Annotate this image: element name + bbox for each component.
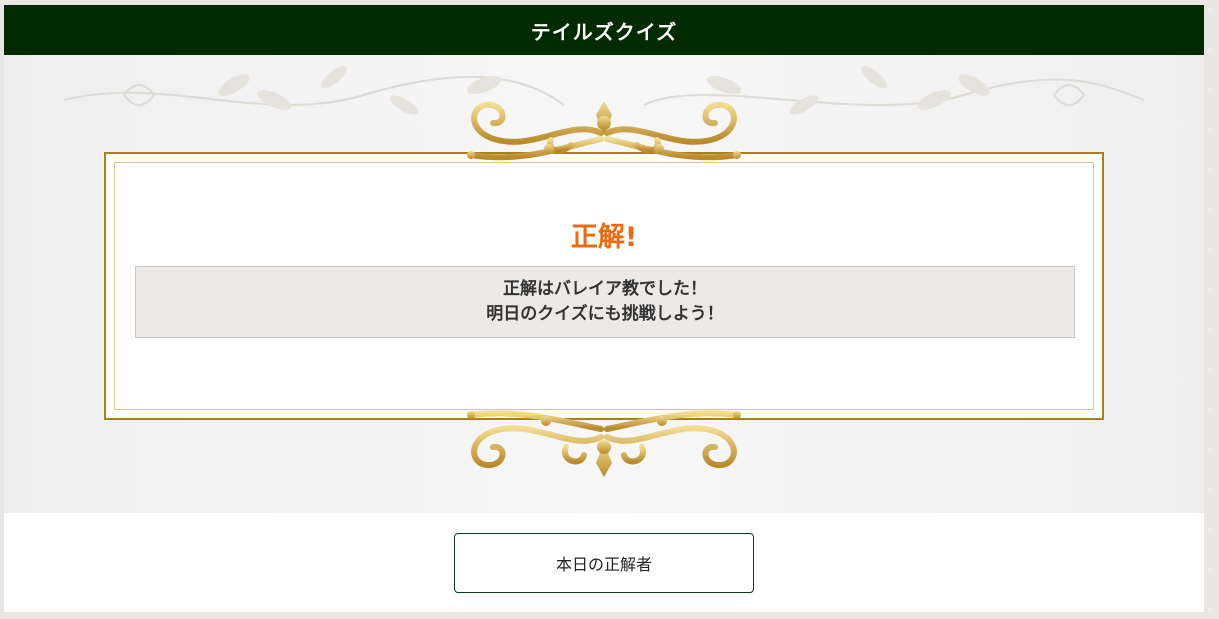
result-message-line-1: 正解はバレイア教でした！ [503,279,707,299]
quiz-page: テイルズクイズ 正解! 正解はバレイア教でした！ 明日のクイズにも挑戦しよう！ … [4,5,1204,612]
result-heading: 正解! [570,222,638,253]
todays-winners-button[interactable]: 本日の正解者 [454,533,754,593]
ornate-scroll-top-icon [467,101,741,161]
result-card-inner-border: 正解! 正解はバレイア教でした！ 明日のクイズにも挑戦しよう！ [114,162,1094,410]
result-message-box: 正解はバレイア教でした！ 明日のクイズにも挑戦しよう！ [135,266,1075,338]
result-card: 正解! 正解はバレイア教でした！ 明日のクイズにも挑戦しよう！ [104,152,1104,420]
header-bar: テイルズクイズ [4,5,1204,55]
result-message-line-2: 明日のクイズにも挑戦しよう！ [486,304,724,324]
footer-section: 本日の正解者 [4,513,1204,612]
ornate-scroll-bottom-icon [467,410,741,477]
result-stage: 正解! 正解はバレイア教でした！ 明日のクイズにも挑戦しよう！ [4,55,1204,513]
page-title: テイルズクイズ [530,19,678,44]
